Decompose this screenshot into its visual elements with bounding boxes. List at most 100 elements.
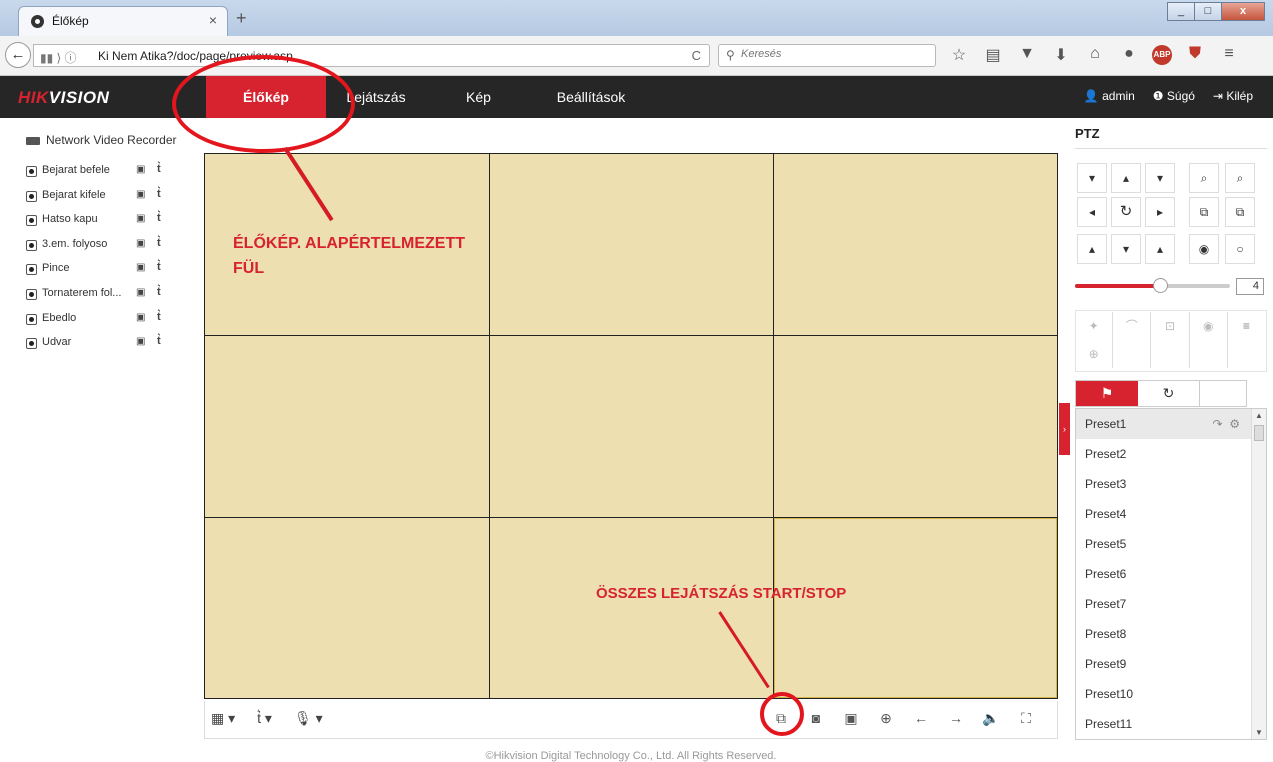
address-bar[interactable]: ▮▮ ⟩ ⓘ Ki Nem Atika?/doc/page/preview.as… — [33, 44, 710, 67]
call-preset-icon[interactable]: ↷ ⚙ — [1213, 409, 1240, 439]
ptz-up-button[interactable]: ▴ — [1111, 163, 1141, 193]
ptz-up-right-button[interactable]: ▾ — [1145, 163, 1175, 193]
record-icon[interactable]: ▣ — [136, 312, 145, 323]
video-window[interactable] — [205, 336, 490, 518]
preset-item[interactable]: Preset6 — [1076, 559, 1266, 589]
preset-item[interactable]: Preset2 — [1076, 439, 1266, 469]
focus-near-icon[interactable]: ⧉ — [1189, 197, 1219, 227]
preset-item[interactable]: Preset9 — [1076, 649, 1266, 679]
video-window[interactable] — [490, 336, 774, 518]
preset-item[interactable]: Preset7 — [1076, 589, 1266, 619]
reading-list-icon[interactable]: ▤ — [982, 45, 1004, 65]
camera-item[interactable]: Bejarat kifele ▣ t͛ — [26, 186, 201, 211]
new-tab-button[interactable]: + — [236, 8, 247, 29]
search-input[interactable] — [741, 48, 921, 60]
menu-icon[interactable]: ≡ — [1228, 312, 1265, 340]
stream-icon[interactable]: t͛ — [157, 212, 161, 224]
stream-icon[interactable]: t͛ — [157, 311, 161, 323]
preset-scrollbar[interactable]: ▲ ▼ — [1251, 409, 1266, 739]
volume-icon[interactable]: 🔈 — [981, 710, 1001, 727]
next-page-icon[interactable]: → — [946, 710, 966, 727]
lens-init-icon[interactable]: ◉ — [1190, 312, 1228, 340]
record-icon[interactable]: ▣ — [136, 238, 145, 249]
camera-item[interactable]: Ebedlo ▣ t͛ — [26, 309, 201, 334]
ptz-right-button[interactable]: ▸ — [1145, 197, 1175, 227]
page-info-icon[interactable]: ▮▮ ⟩ ⓘ — [40, 49, 77, 66]
record-icon[interactable]: ▣ — [136, 287, 145, 298]
logout-link[interactable]: ⇥ Kilép — [1213, 89, 1253, 103]
record-icon[interactable]: ▣ — [136, 164, 145, 175]
record-icon[interactable]: ▣ — [136, 262, 145, 273]
zoom-in-icon[interactable]: ⌕ — [1189, 163, 1219, 193]
preset-item[interactable]: Preset11 — [1076, 709, 1266, 739]
light-icon[interactable]: ✦ — [1075, 312, 1114, 340]
nav-tab-settings[interactable]: Beállítások — [531, 76, 651, 118]
video-window[interactable] — [774, 154, 1057, 336]
video-window[interactable] — [205, 518, 490, 698]
adblock-icon[interactable]: ABP — [1152, 45, 1172, 65]
stream-icon[interactable]: t͛ — [157, 335, 161, 347]
camera-item[interactable]: Pince ▣ t͛ — [26, 259, 201, 284]
fullscreen-icon[interactable]: ⛶ — [1016, 710, 1036, 727]
video-window[interactable] — [774, 336, 1057, 518]
maximize-button[interactable]: □ — [1194, 2, 1222, 21]
close-window-button[interactable]: x — [1221, 2, 1265, 21]
minimize-button[interactable]: _ — [1167, 2, 1195, 21]
preset-item[interactable]: Preset8 — [1076, 619, 1266, 649]
iris-close-icon[interactable]: ○ — [1225, 234, 1255, 264]
camera-item[interactable]: Bejarat befele ▣ t͛ — [26, 161, 201, 186]
stream-icon[interactable]: t͛ — [157, 261, 161, 273]
stream-icon[interactable]: t͛ — [157, 286, 161, 298]
menu-icon[interactable]: ≡ — [1218, 45, 1240, 65]
collapse-panel-button[interactable]: › — [1059, 403, 1070, 455]
preset-item[interactable]: Preset4 — [1076, 499, 1266, 529]
back-button[interactable]: ← — [5, 42, 31, 68]
bookmark-star-icon[interactable]: ☆ — [948, 45, 970, 65]
preset-tab-flag-icon[interactable]: ⚑ — [1076, 381, 1138, 406]
stream-icon[interactable]: t͛ — [157, 163, 161, 175]
video-window[interactable] — [490, 518, 774, 698]
tab-close-icon[interactable]: × — [209, 12, 217, 28]
preset-item[interactable]: Preset10 — [1076, 679, 1266, 709]
digital-zoom-icon[interactable]: ⊕ — [876, 710, 896, 727]
preset-item[interactable]: Preset3 — [1076, 469, 1266, 499]
microphone-icon[interactable]: 🎙 ▾ — [294, 710, 323, 727]
ptz-up-left-button[interactable]: ▾ — [1077, 163, 1107, 193]
ublock-icon[interactable]: ⛊ — [1184, 45, 1206, 65]
home-icon[interactable]: ⌂ — [1084, 45, 1106, 65]
browser-tab[interactable]: Élőkép × — [18, 6, 228, 36]
zoom-out-icon[interactable]: ⌕ — [1225, 163, 1255, 193]
nvr-root-item[interactable]: Network Video Recorder — [26, 133, 177, 147]
scroll-up-icon[interactable]: ▲ — [1255, 411, 1263, 420]
scroll-thumb[interactable] — [1254, 425, 1264, 441]
help-link[interactable]: ❶ Súgó — [1153, 89, 1195, 103]
preset-item[interactable]: Preset1 ↷ ⚙ — [1076, 409, 1266, 439]
chat-icon[interactable]: ● — [1118, 45, 1140, 65]
video-window[interactable] — [490, 154, 774, 336]
search-bar[interactable]: ⚲ — [718, 44, 936, 67]
ptz-down-button[interactable]: ▾ — [1111, 234, 1141, 264]
focus-far-icon[interactable]: ⧉ — [1225, 197, 1255, 227]
stream-type-icon[interactable]: t͛ ▾ — [257, 710, 272, 727]
stream-icon[interactable]: t͛ — [157, 237, 161, 249]
auto-focus-icon[interactable]: ⊡ — [1151, 312, 1190, 340]
user-link[interactable]: 👤 admin — [1084, 89, 1135, 103]
ptz-down-right-button[interactable]: ▴ — [1145, 234, 1175, 264]
iris-open-icon[interactable]: ◉ — [1189, 234, 1219, 264]
camera-item[interactable]: 3.em. folyoso ▣ t͛ — [26, 235, 201, 260]
patrol-tab-refresh-icon[interactable]: ↻ — [1138, 381, 1200, 406]
ptz-left-button[interactable]: ◂ — [1077, 197, 1107, 227]
camera-item[interactable]: Hatso kapu ▣ t͛ — [26, 210, 201, 235]
nav-tab-picture[interactable]: Kép — [426, 76, 531, 118]
camera-item[interactable]: Udvar ▣ t͛ — [26, 333, 201, 358]
capture-icon[interactable]: ◙ — [806, 710, 826, 727]
preset-item[interactable]: Preset5 — [1076, 529, 1266, 559]
stream-icon[interactable]: t͛ — [157, 188, 161, 200]
ptz-speed-slider[interactable] — [1075, 278, 1230, 293]
ptz-auto-icon[interactable]: ↻ — [1111, 197, 1141, 227]
scroll-down-icon[interactable]: ▼ — [1255, 728, 1263, 737]
record-all-icon[interactable]: ▣ — [841, 710, 861, 727]
downloads-icon[interactable]: ⬇ — [1050, 45, 1072, 65]
previous-page-icon[interactable]: ← — [911, 710, 931, 727]
record-icon[interactable]: ▣ — [136, 213, 145, 224]
